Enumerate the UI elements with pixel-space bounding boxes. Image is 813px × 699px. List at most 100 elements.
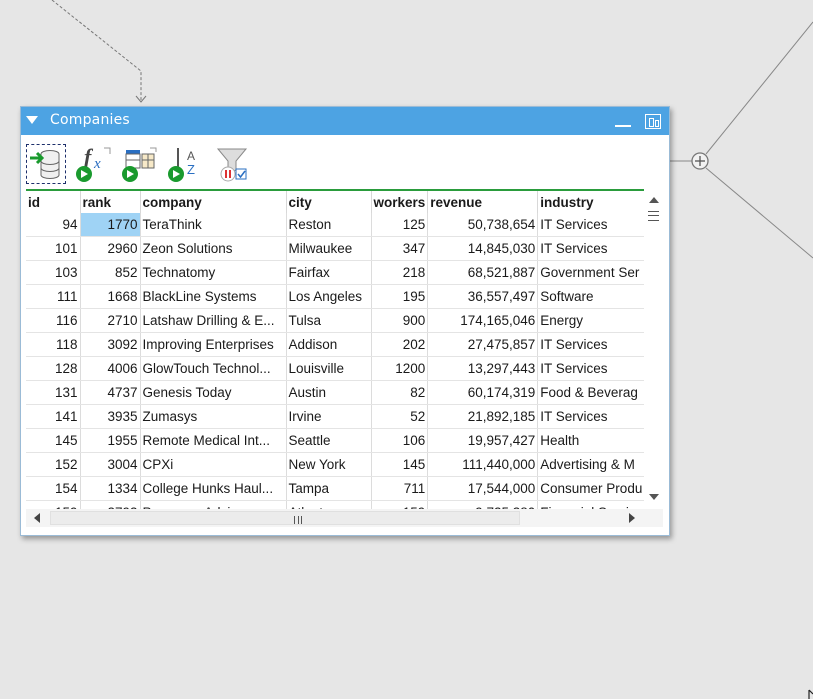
- vertical-scrollbar[interactable]: [644, 189, 663, 509]
- table-cell-id[interactable]: 154: [26, 476, 81, 501]
- table-row[interactable]: 94 1770 TeraThink Reston 125 50,738,654 IT Ser…: [26, 213, 649, 237]
- table-cell-revenue[interactable]: 14,845,030: [427, 236, 539, 261]
- table-cell-industry[interactable]: Consumer Produ: [537, 476, 649, 501]
- table-cell-revenue[interactable]: 174,165,046: [427, 308, 539, 333]
- minimize-button[interactable]: [615, 125, 631, 127]
- restore-button[interactable]: [645, 114, 661, 129]
- table-cell-rank[interactable]: 1334: [80, 476, 141, 501]
- table-cell-city[interactable]: Fairfax: [286, 260, 372, 285]
- table-cell-workers[interactable]: 900: [371, 308, 429, 333]
- table-row[interactable]: 152 3004 CPXi New York 145 111,440,000 Adverti…: [26, 452, 649, 477]
- table-cell-rank[interactable]: 2960: [80, 236, 141, 261]
- scroll-thumb-grip-icon[interactable]: [648, 211, 659, 221]
- table-row[interactable]: 154 1334 College Hunks Haul... Tampa 711 17,5…: [26, 476, 649, 501]
- table-cell-industry[interactable]: Health: [537, 428, 649, 453]
- table-cell-revenue[interactable]: 60,174,319: [427, 380, 539, 405]
- table-cell-company[interactable]: College Hunks Haul...: [140, 476, 287, 501]
- horizontal-scrollbar[interactable]: [26, 509, 644, 527]
- table-cell-city[interactable]: Austin: [286, 380, 372, 405]
- table-row[interactable]: 118 3092 Improving Enterprises Addison 202 27…: [26, 332, 649, 357]
- table-cell-company[interactable]: Improving Enterprises: [140, 332, 287, 357]
- table-cell-revenue[interactable]: 19,957,427: [427, 428, 539, 453]
- import-data-button[interactable]: [26, 144, 66, 184]
- table-cell-id[interactable]: 128: [26, 356, 81, 381]
- table-cell-id[interactable]: 118: [26, 332, 81, 357]
- column-header-industry[interactable]: industry: [537, 191, 649, 213]
- table-cell-city[interactable]: New York: [286, 452, 372, 477]
- table-button[interactable]: [120, 144, 160, 184]
- table-cell-revenue[interactable]: 68,521,887: [427, 260, 539, 285]
- collapse-icon[interactable]: [26, 116, 38, 124]
- data-grid[interactable]: id rank company city workers revenue industry …: [26, 189, 663, 511]
- scroll-left-icon[interactable]: [34, 513, 40, 523]
- table-cell-id[interactable]: 111: [26, 284, 81, 309]
- table-cell-industry[interactable]: Energy: [537, 308, 649, 333]
- table-cell-company[interactable]: Genesis Today: [140, 380, 287, 405]
- table-row[interactable]: 141 3935 Zumasys Irvine 52 21,892,185 IT Servi…: [26, 404, 649, 429]
- table-cell-workers[interactable]: 347: [371, 236, 429, 261]
- table-cell-city[interactable]: Seattle: [286, 428, 372, 453]
- table-cell-city[interactable]: Tulsa: [286, 308, 372, 333]
- table-cell-revenue[interactable]: 50,738,654: [427, 213, 539, 237]
- table-cell-city[interactable]: Louisville: [286, 356, 372, 381]
- table-cell-company[interactable]: Technatomy: [140, 260, 287, 285]
- table-cell-industry[interactable]: IT Services: [537, 236, 649, 261]
- table-cell-city[interactable]: Irvine: [286, 404, 372, 429]
- table-cell-rank[interactable]: 1770: [80, 213, 141, 237]
- table-cell-id[interactable]: 101: [26, 236, 81, 261]
- scroll-up-icon[interactable]: [649, 197, 659, 203]
- formula-button[interactable]: f x: [74, 144, 114, 184]
- table-row[interactable]: 111 1668 BlackLine Systems Los Angeles 195 36…: [26, 284, 649, 309]
- table-cell-industry[interactable]: IT Services: [537, 332, 649, 357]
- table-cell-rank[interactable]: 3092: [80, 332, 141, 357]
- table-cell-company[interactable]: CPXi: [140, 452, 287, 477]
- table-cell-industry[interactable]: IT Services: [537, 213, 649, 237]
- table-cell-id[interactable]: 141: [26, 404, 81, 429]
- table-cell-city[interactable]: Addison: [286, 332, 372, 357]
- table-cell-company[interactable]: Zumasys: [140, 404, 287, 429]
- table-cell-id[interactable]: 145: [26, 428, 81, 453]
- table-cell-id[interactable]: 116: [26, 308, 81, 333]
- table-cell-revenue[interactable]: 17,544,000: [427, 476, 539, 501]
- table-cell-id[interactable]: 152: [26, 452, 81, 477]
- table-cell-workers[interactable]: 1200: [371, 356, 429, 381]
- scroll-down-icon[interactable]: [649, 494, 659, 500]
- table-cell-company[interactable]: BlackLine Systems: [140, 284, 287, 309]
- table-cell-revenue[interactable]: 111,440,000: [427, 452, 539, 477]
- column-header-company[interactable]: company: [140, 191, 287, 213]
- table-cell-city[interactable]: Reston: [286, 213, 372, 237]
- table-cell-revenue[interactable]: 27,475,857: [427, 332, 539, 357]
- table-cell-workers[interactable]: 195: [371, 284, 429, 309]
- column-header-city[interactable]: city: [286, 191, 372, 213]
- table-row[interactable]: 145 1955 Remote Medical Int... Seattle 106 19…: [26, 428, 649, 453]
- table-cell-city[interactable]: Tampa: [286, 476, 372, 501]
- table-cell-company[interactable]: Zeon Solutions: [140, 236, 287, 261]
- table-cell-industry[interactable]: IT Services: [537, 404, 649, 429]
- table-cell-rank[interactable]: 1955: [80, 428, 141, 453]
- table-cell-id[interactable]: 103: [26, 260, 81, 285]
- table-cell-rank[interactable]: 3935: [80, 404, 141, 429]
- column-header-workers[interactable]: workers: [371, 191, 429, 213]
- table-row[interactable]: 101 2960 Zeon Solutions Milwaukee 347 14,845,…: [26, 236, 649, 261]
- table-cell-city[interactable]: Los Angeles: [286, 284, 372, 309]
- table-cell-revenue[interactable]: 36,557,497: [427, 284, 539, 309]
- table-row[interactable]: 103 852 Technatomy Fairfax 218 68,521,887 Gove…: [26, 260, 649, 285]
- table-cell-city[interactable]: Milwaukee: [286, 236, 372, 261]
- companies-window[interactable]: Companies f x A Z id rank company city w…: [20, 106, 670, 536]
- table-row[interactable]: 131 4737 Genesis Today Austin 82 60,174,319 Fo…: [26, 380, 649, 405]
- table-cell-id[interactable]: 131: [26, 380, 81, 405]
- table-cell-industry[interactable]: Advertising & M: [537, 452, 649, 477]
- table-cell-industry[interactable]: Government Ser: [537, 260, 649, 285]
- table-cell-workers[interactable]: 82: [371, 380, 429, 405]
- table-cell-rank[interactable]: 4737: [80, 380, 141, 405]
- table-cell-industry[interactable]: Software: [537, 284, 649, 309]
- table-cell-industry[interactable]: Food & Beverag: [537, 380, 649, 405]
- table-cell-id[interactable]: 94: [26, 213, 81, 237]
- filter-button[interactable]: [212, 144, 252, 184]
- table-cell-workers[interactable]: 711: [371, 476, 429, 501]
- scroll-right-icon[interactable]: [629, 513, 635, 523]
- table-cell-company[interactable]: Remote Medical Int...: [140, 428, 287, 453]
- table-cell-workers[interactable]: 52: [371, 404, 429, 429]
- table-cell-company[interactable]: Latshaw Drilling & E...: [140, 308, 287, 333]
- window-titlebar[interactable]: Companies: [21, 107, 669, 135]
